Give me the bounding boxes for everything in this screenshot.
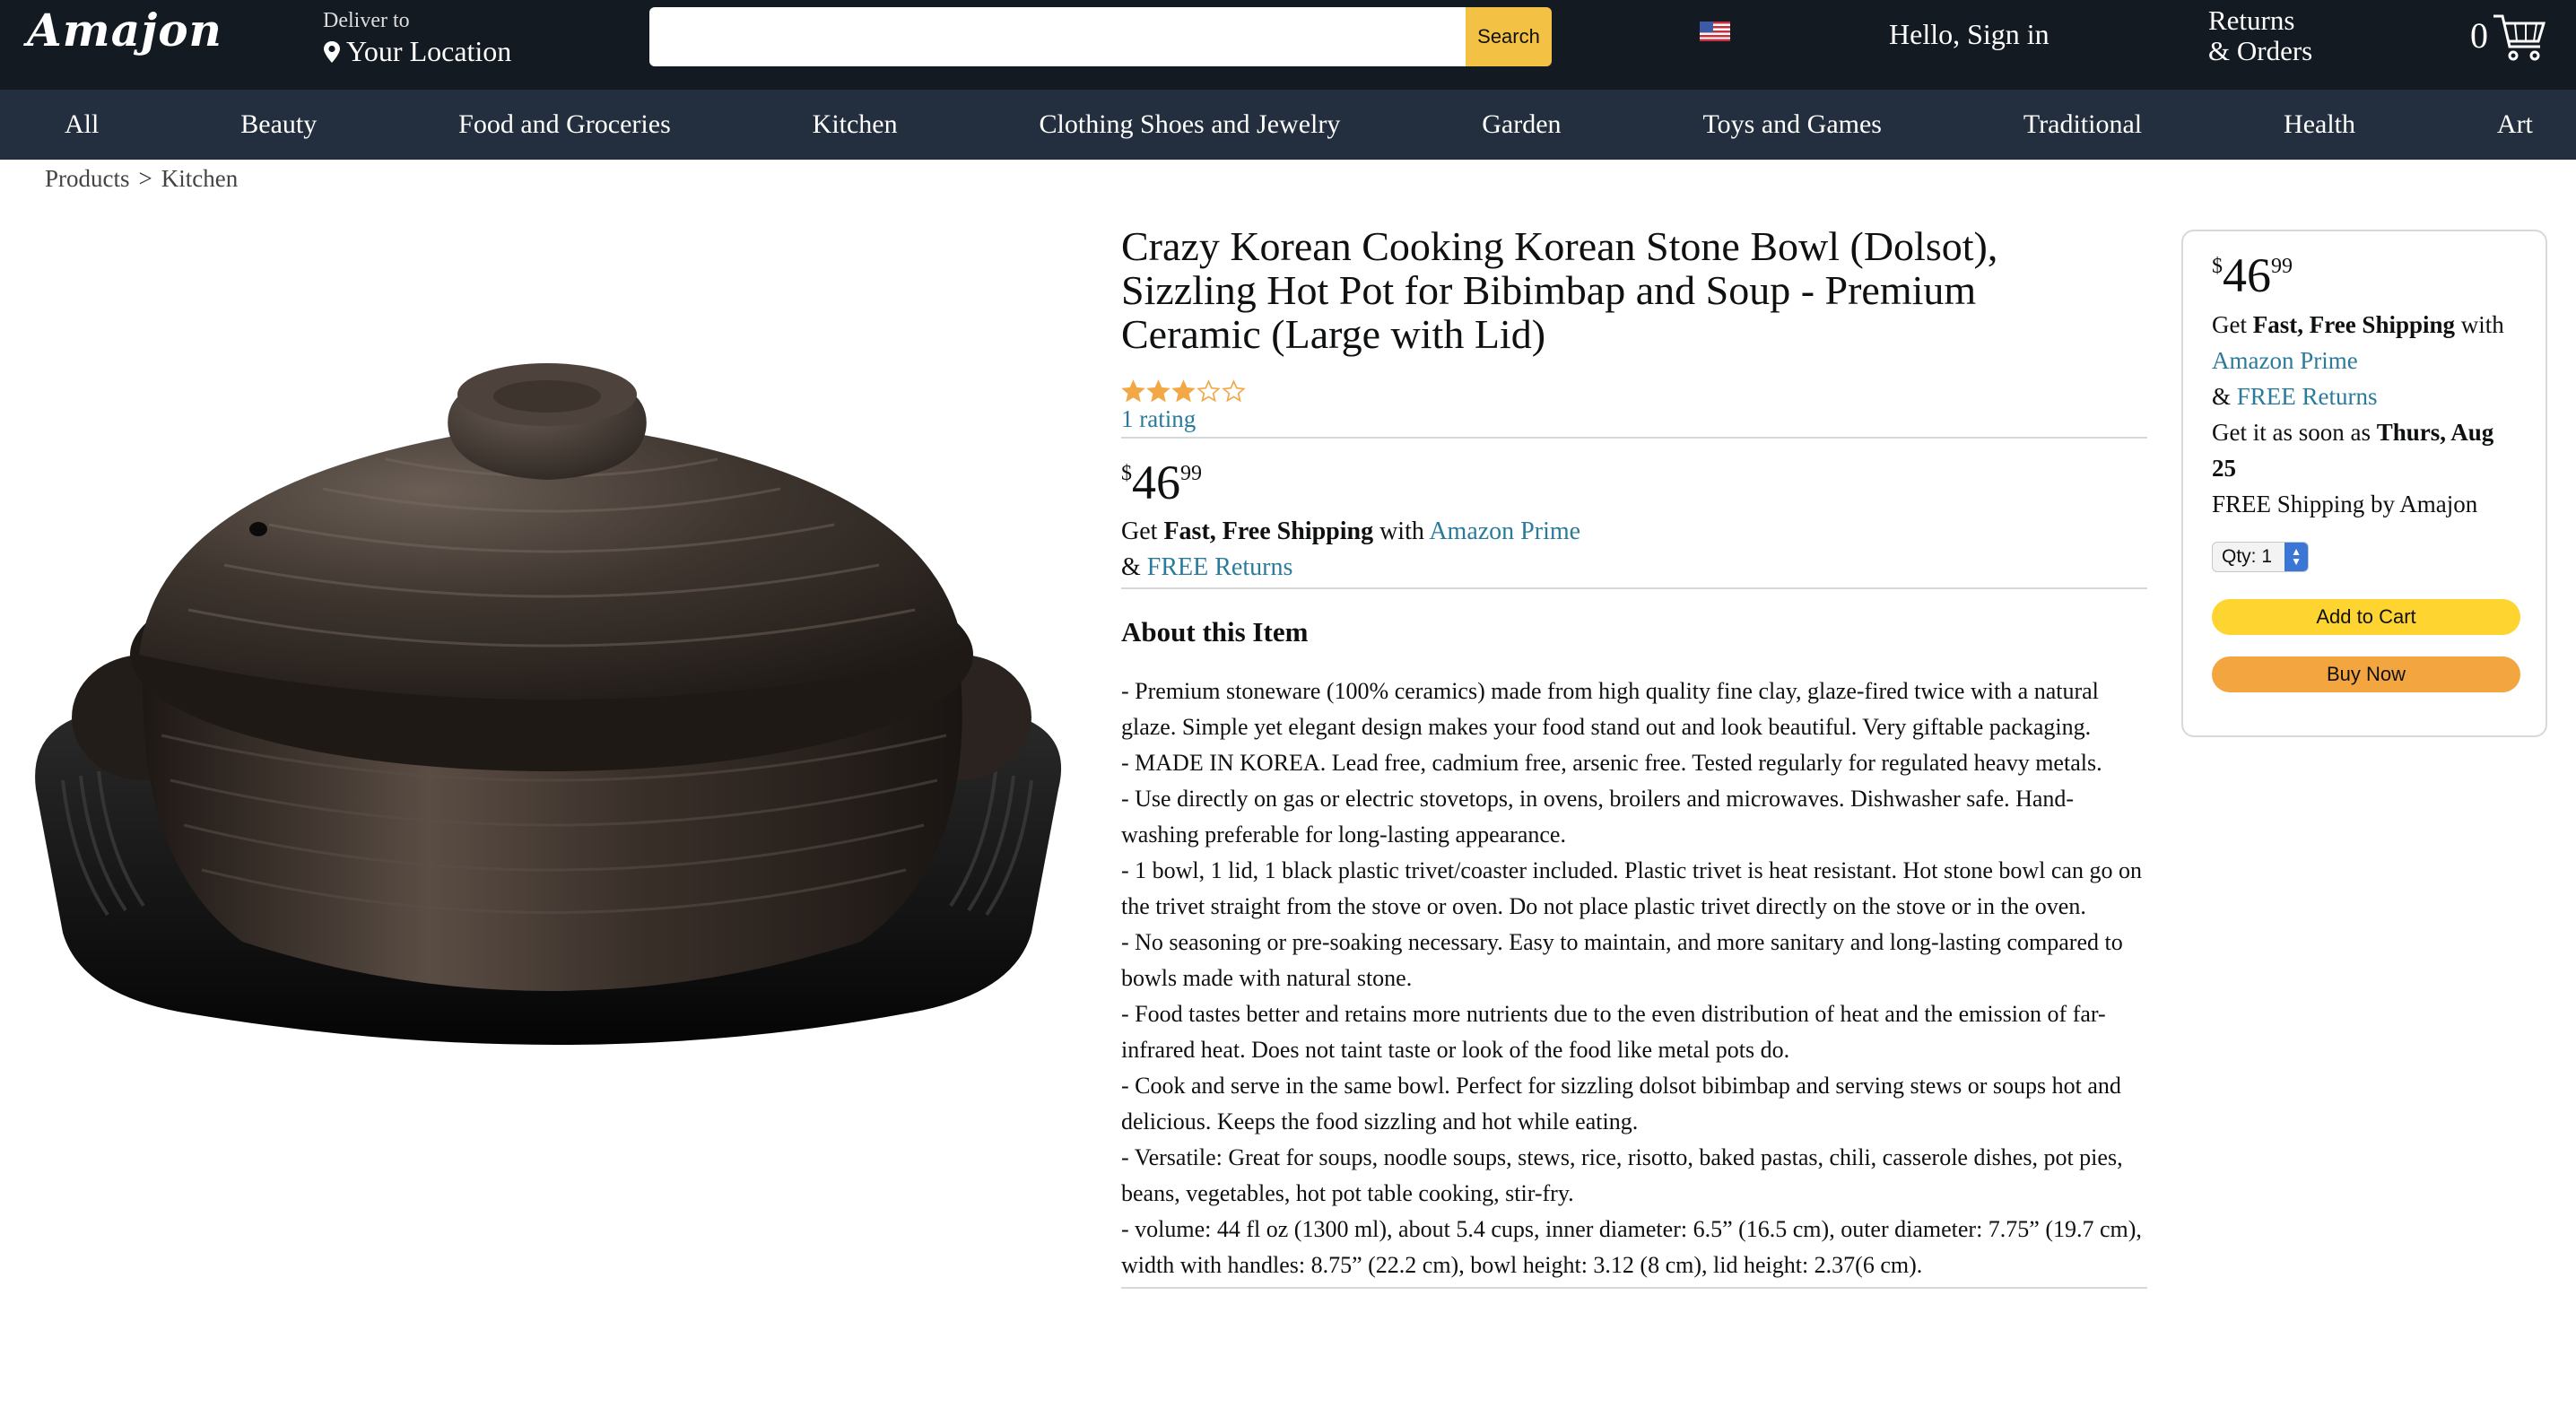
site-logo[interactable]: Amajon: [27, 4, 222, 57]
deliver-to[interactable]: Deliver to Your Location: [323, 9, 511, 68]
bullet-item: - No seasoning or pre-soaking necessary.…: [1121, 929, 2123, 991]
top-header: Amajon Deliver to Your Location Search H…: [0, 0, 2576, 90]
returns-line2: & Orders: [2208, 35, 2313, 66]
star-empty-icon: [1197, 379, 1221, 403]
returns-line1: Returns: [2208, 4, 2295, 36]
deliver-label: Deliver to: [323, 9, 410, 32]
about-item-bullets: - Premium stoneware (100% ceramics) made…: [1121, 674, 2147, 1283]
nav-item-traditional[interactable]: Traditional: [2023, 109, 2142, 140]
product-details: Crazy Korean Cooking Korean Stone Bowl (…: [1121, 224, 2147, 1289]
nav-item-clothing[interactable]: Clothing Shoes and Jewelry: [1040, 109, 1341, 140]
product-image-stone-bowl[interactable]: [9, 359, 1085, 1166]
price-fraction: 99: [2271, 255, 2293, 278]
breadcrumb-kitchen[interactable]: Kitchen: [161, 165, 238, 193]
delivery-estimate: Get it as soon as Thurs, Aug 25: [2212, 414, 2517, 486]
rating-count-link[interactable]: 1 rating: [1121, 405, 1196, 433]
nav-item-toys-and-games[interactable]: Toys and Games: [1702, 109, 1882, 140]
breadcrumb-separator: >: [138, 165, 152, 192]
search-button[interactable]: Search: [1466, 7, 1552, 66]
product-title: Crazy Korean Cooking Korean Stone Bowl (…: [1121, 223, 1998, 357]
bullet-item: - volume: 44 fl oz (1300 ml), about 5.4 …: [1121, 1216, 2142, 1278]
returns-orders-link[interactable]: Returns & Orders: [2208, 5, 2312, 66]
breadcrumb-products[interactable]: Products: [45, 165, 130, 193]
nav-item-art[interactable]: Art: [2497, 109, 2533, 140]
search-bar: Search: [649, 7, 1555, 66]
shipping-bold: Fast, Free Shipping: [2252, 311, 2456, 338]
returns-amp: &: [1121, 553, 1141, 581]
quantity-select[interactable]: Qty: 1 ▲ ▼: [2212, 542, 2310, 572]
returns-amp: &: [2212, 383, 2232, 410]
price-symbol: $: [2212, 255, 2223, 278]
buy-box: $ 46 99 Get Fast, Free Shipping with Ama…: [2181, 230, 2547, 737]
amazon-prime-link[interactable]: Amazon Prime: [2212, 347, 2358, 374]
buy-now-button[interactable]: Buy Now: [2212, 656, 2520, 692]
search-input[interactable]: [649, 7, 1466, 66]
bullet-item: - 1 bowl, 1 lid, 1 black plastic trivet/…: [1121, 857, 2142, 919]
nav-item-all[interactable]: All: [65, 109, 99, 140]
product-price: $ 46 99: [1121, 458, 2147, 507]
about-item-heading: About this Item: [1121, 616, 1309, 648]
nav-item-garden[interactable]: Garden: [1482, 109, 1561, 140]
free-shipping-by: FREE Shipping by Amajon: [2212, 491, 2478, 517]
nav-item-food-and-groceries[interactable]: Food and Groceries: [458, 109, 671, 140]
shipping-with: with: [1379, 517, 1424, 545]
rating-stars[interactable]: [1121, 379, 2147, 404]
nav-item-health[interactable]: Health: [2284, 109, 2355, 140]
divider: [1121, 1287, 2147, 1289]
shipping-info: Get Fast, Free Shipping with Amazon Prim…: [1121, 514, 2147, 550]
shipping-get: Get: [1121, 517, 1158, 545]
bullet-item: - Food tastes better and retains more nu…: [1121, 1001, 2106, 1063]
breadcrumb: Products > Kitchen: [45, 165, 238, 193]
deliver-location-text: Your Location: [346, 35, 512, 67]
price-symbol: $: [1121, 462, 1132, 485]
buybox-prime: Amazon Prime: [2212, 343, 2517, 378]
free-returns-link[interactable]: FREE Returns: [1147, 553, 1293, 581]
buybox-returns: & FREE Returns: [2212, 378, 2517, 414]
deliver-location[interactable]: Your Location: [323, 35, 511, 68]
returns-info: & FREE Returns: [1121, 550, 2147, 586]
star-filled-icon: [1121, 379, 1145, 403]
add-to-cart-button[interactable]: Add to Cart: [2212, 599, 2520, 635]
us-flag-icon[interactable]: [1700, 22, 1730, 41]
divider: [1121, 587, 2147, 589]
bullet-item: - Premium stoneware (100% ceramics) made…: [1121, 678, 2099, 740]
quantity-label: Qty: 1: [2222, 546, 2273, 567]
delivery-prefix: Get it as soon as: [2212, 419, 2371, 446]
location-pin-icon: [324, 40, 340, 63]
nav-item-beauty[interactable]: Beauty: [240, 109, 317, 140]
divider: [1121, 437, 2147, 439]
star-filled-icon: [1171, 379, 1196, 403]
shipping-bold: Fast, Free Shipping: [1163, 517, 1374, 545]
bullet-item: - MADE IN KOREA. Lead free, cadmium free…: [1121, 750, 2102, 776]
chevron-up-down-icon: ▲ ▼: [2284, 543, 2309, 571]
buybox-price: $ 46 99: [2212, 251, 2517, 300]
star-empty-icon: [1222, 379, 1246, 403]
shipping-get: Get: [2212, 311, 2247, 338]
price-fraction: 99: [1180, 462, 1202, 485]
cart-icon: [2493, 14, 2546, 61]
bullet-item: - Use directly on gas or electric stovet…: [1121, 786, 2075, 848]
buybox-shipping: Get Fast, Free Shipping with: [2212, 307, 2517, 343]
free-returns-link[interactable]: FREE Returns: [2237, 383, 2378, 410]
bullet-item: - Cook and serve in the same bowl. Perfe…: [1121, 1073, 2121, 1134]
category-nav: All Beauty Food and Groceries Kitchen Cl…: [0, 90, 2576, 160]
amazon-prime-link[interactable]: Amazon Prime: [1429, 517, 1580, 545]
star-filled-icon: [1146, 379, 1171, 403]
nav-item-kitchen[interactable]: Kitchen: [813, 109, 898, 140]
cart-count: 0: [2470, 15, 2488, 56]
sign-in-link[interactable]: Hello, Sign in: [1889, 18, 2049, 51]
bullet-item: - Versatile: Great for soups, noodle sou…: [1121, 1144, 2123, 1206]
cart-button[interactable]: 0: [2470, 11, 2547, 65]
price-whole: 46: [1132, 456, 1180, 509]
price-whole: 46: [2223, 248, 2271, 302]
shipping-with: with: [2460, 311, 2504, 338]
